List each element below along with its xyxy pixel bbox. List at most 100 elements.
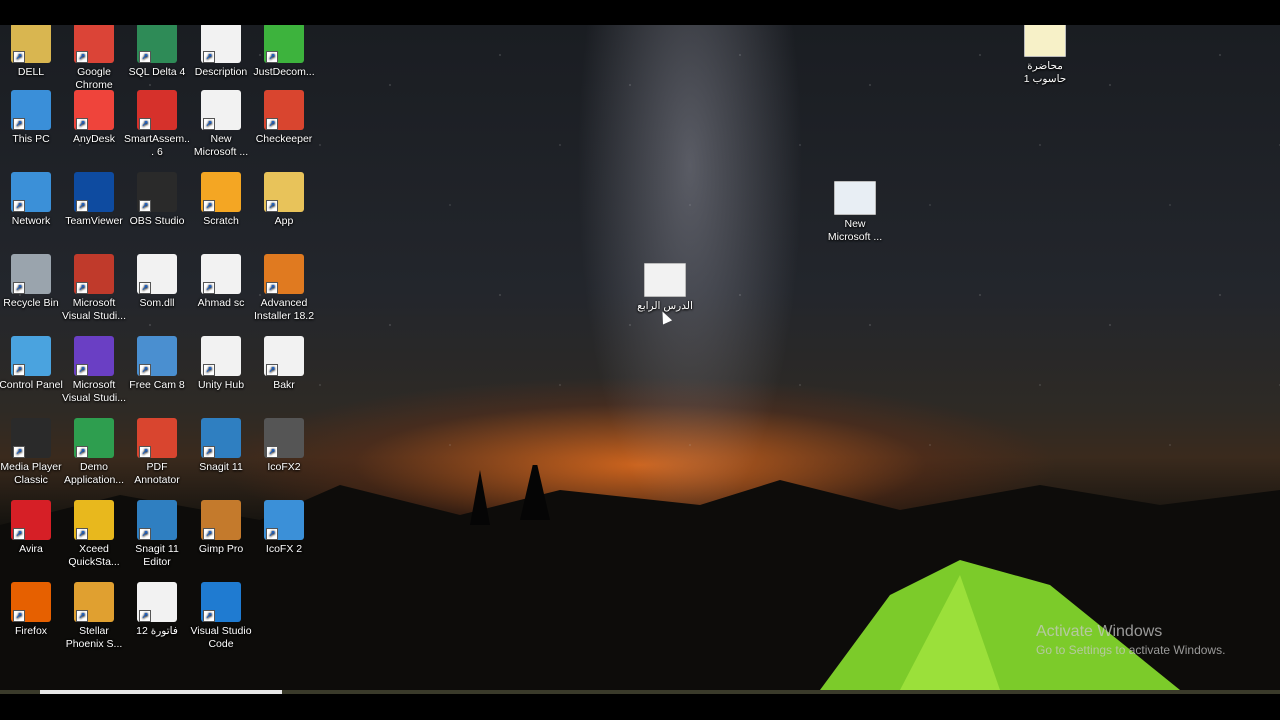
desktop-icon[interactable]: ↗ Free Cam 8 <box>124 336 190 392</box>
desktop-icon[interactable]: ↗ Recycle Bin <box>0 254 64 310</box>
desktop-icon-label: DELL <box>17 66 45 78</box>
desktop-icon-label: SQL Delta 4 <box>128 66 186 78</box>
desktop-icon[interactable]: ↗ Visual Studio Code <box>188 582 254 651</box>
stellar-phoenix-icon: ↗ <box>74 582 114 622</box>
control-panel-icon: ↗ <box>11 336 51 376</box>
desktop-icon-label: Snagit 11 Editor <box>135 543 179 568</box>
desktop-icon-label: Snagit 11 <box>199 461 243 473</box>
shortcut-arrow-icon: ↗ <box>76 282 88 294</box>
dll-file-icon: ↗ <box>137 254 177 294</box>
desktop-icon[interactable]: ↗ Microsoft Visual Studi... <box>61 336 127 405</box>
desktop-icon[interactable]: ↗ Snagit 11 <box>188 418 254 474</box>
shortcut-arrow-icon: ↗ <box>266 200 278 212</box>
desktop-icon[interactable]: ↗ AnyDesk <box>61 90 127 146</box>
shortcut-arrow-icon: ↗ <box>76 200 88 212</box>
icofx-icon: ↗ <box>264 418 304 458</box>
desktop-icon[interactable]: ↗ Firefox <box>0 582 64 638</box>
desktop-icon[interactable]: ↗ Scratch <box>188 172 254 228</box>
shortcut-arrow-icon: ↗ <box>76 51 88 63</box>
desktop[interactable]: ↗ DELL ↗ Google Chrome ↗ SQL Delta 4 ↗ Descript… <box>0 25 1280 690</box>
desktop-icon[interactable]: ↗ Bakr <box>251 336 317 392</box>
desktop-icon[interactable]: ↗ Unity Hub <box>188 336 254 392</box>
desktop-icon[interactable]: ↗ Demo Application... <box>61 418 127 487</box>
desktop-icon-label: Stellar Phoenix S... <box>65 625 123 650</box>
shortcut-arrow-icon: ↗ <box>266 364 278 376</box>
desktop-icon[interactable]: ↗ Xceed QuickSta... <box>61 500 127 569</box>
desktop-icon-label: Firefox <box>14 625 48 637</box>
desktop-file-icon[interactable]: New Microsoft ... <box>822 181 888 244</box>
shortcut-arrow-icon: ↗ <box>13 200 25 212</box>
desktop-icon-label: Som.dll <box>139 297 175 309</box>
desktop-icon[interactable]: ↗ IcoFX2 <box>251 418 317 474</box>
desktop-icon[interactable]: ↗ JustDecom... <box>251 25 317 79</box>
desktop-icon-label: Scratch <box>203 215 239 227</box>
desktop-icon-label: Media Player Classic <box>0 461 62 486</box>
bottom-letterbox <box>0 694 1280 720</box>
desktop-icon[interactable]: ↗ TeamViewer <box>61 172 127 228</box>
smartassembly-icon: ↗ <box>137 90 177 130</box>
desktop-icon[interactable]: ↗ OBS Studio <box>124 172 190 228</box>
desktop-icon[interactable]: ↗ IcoFX 2 <box>251 500 317 556</box>
desktop-icon-label: TeamViewer <box>65 215 123 227</box>
desktop-file-icon[interactable]: محاضرة حاسوب 1 <box>1012 25 1078 86</box>
shortcut-arrow-icon: ↗ <box>203 528 215 540</box>
desktop-icon[interactable]: ↗ App <box>251 172 317 228</box>
desktop-file-icon[interactable]: الدرس الرابع <box>632 263 698 313</box>
desktop-icon-label: Visual Studio Code <box>190 625 252 650</box>
shortcut-arrow-icon: ↗ <box>139 282 151 294</box>
desktop-icon[interactable]: ↗ New Microsoft ... <box>188 90 254 159</box>
desktop-icon[interactable]: ↗ Gimp Pro <box>188 500 254 556</box>
desktop-icon[interactable]: ↗ فاتورة 12 <box>124 582 190 638</box>
chrome-icon: ↗ <box>74 25 114 63</box>
shortcut-arrow-icon: ↗ <box>76 446 88 458</box>
desktop-icon-label: SmartAssem... 6 <box>124 133 190 158</box>
desktop-icon-label: IcoFX 2 <box>265 543 303 555</box>
shortcut-arrow-icon: ↗ <box>266 118 278 130</box>
snagit-icon: ↗ <box>201 418 241 458</box>
desktop-icon[interactable]: ↗ Advanced Installer 18.2 <box>251 254 317 323</box>
desktop-icon[interactable]: ↗ Stellar Phoenix S... <box>61 582 127 651</box>
desktop-icon[interactable]: ↗ Avira <box>0 500 64 556</box>
watermark-title: Activate Windows <box>1036 623 1163 640</box>
shortcut-arrow-icon: ↗ <box>139 446 151 458</box>
obs-icon: ↗ <box>137 172 177 212</box>
folder-user-icon: ↗ <box>11 25 51 63</box>
desktop-icon[interactable]: ↗ PDF Annotator <box>124 418 190 487</box>
desktop-icon[interactable]: ↗ Checkeeper <box>251 90 317 146</box>
document-icon: ↗ <box>201 25 241 63</box>
anydesk-icon: ↗ <box>74 90 114 130</box>
desktop-icon[interactable]: ↗ Control Panel <box>0 336 64 392</box>
desktop-file-label: New Microsoft ... <box>827 218 883 243</box>
pdf-annotator-icon: ↗ <box>137 418 177 458</box>
powerpoint-file-icon <box>1024 25 1066 57</box>
desktop-icon[interactable]: ↗ Som.dll <box>124 254 190 310</box>
shortcut-arrow-icon: ↗ <box>13 118 25 130</box>
desktop-icon-label: JustDecom... <box>253 66 315 78</box>
desktop-icon[interactable]: ↗ Network <box>0 172 64 228</box>
powerpoint-file-icon <box>644 263 686 297</box>
desktop-icon-label: فاتورة 12 <box>136 625 178 637</box>
scratch-cat-icon: ↗ <box>201 172 241 212</box>
desktop-icon[interactable]: ↗ Snagit 11 Editor <box>124 500 190 569</box>
desktop-icon[interactable]: ↗ Google Chrome <box>61 25 127 92</box>
avira-icon: ↗ <box>11 500 51 540</box>
snagit-editor-icon: ↗ <box>137 500 177 540</box>
desktop-icon[interactable]: ↗ Media Player Classic <box>0 418 64 487</box>
desktop-icon[interactable]: ↗ Description <box>188 25 254 79</box>
shortcut-arrow-icon: ↗ <box>139 610 151 622</box>
desktop-icon[interactable]: ↗ Ahmad sc <box>188 254 254 310</box>
desktop-icon-label: Checkeeper <box>255 133 313 145</box>
desktop-icon-label: New Microsoft ... <box>193 133 249 158</box>
icofx2-icon: ↗ <box>264 500 304 540</box>
desktop-icon[interactable]: ↗ This PC <box>0 90 64 146</box>
desktop-icon[interactable]: ↗ Microsoft Visual Studi... <box>61 254 127 323</box>
activate-windows-watermark: Activate Windows Go to Settings to activ… <box>1036 622 1225 658</box>
shortcut-arrow-icon: ↗ <box>13 364 25 376</box>
folder-icon: ↗ <box>264 172 304 212</box>
shortcut-arrow-icon: ↗ <box>203 446 215 458</box>
computer-icon: ↗ <box>11 90 51 130</box>
desktop-icon[interactable]: ↗ DELL <box>0 25 64 79</box>
desktop-icon[interactable]: ↗ SmartAssem... 6 <box>124 90 190 159</box>
desktop-icon[interactable]: ↗ SQL Delta 4 <box>124 25 190 79</box>
shortcut-arrow-icon: ↗ <box>266 282 278 294</box>
